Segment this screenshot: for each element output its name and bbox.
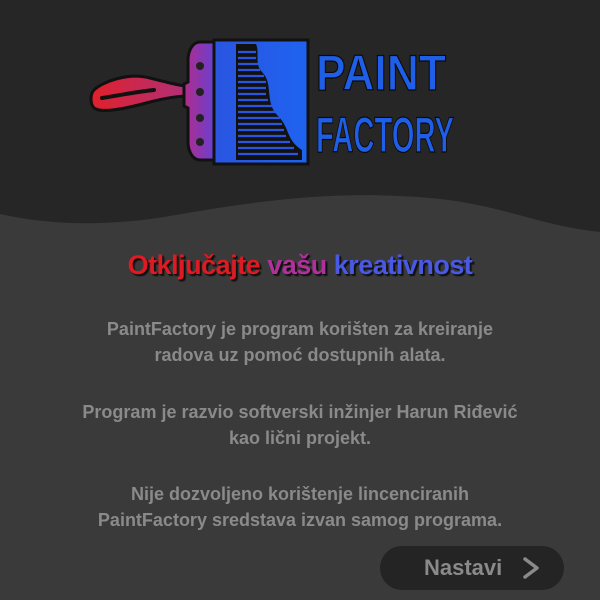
chevron-right-icon (523, 557, 539, 579)
continue-button[interactable]: Nastavi (380, 546, 564, 590)
headline-word-1: Otključajte (127, 250, 261, 280)
welcome-screen: PAINT FACTORY Otključajte vašu kreativno… (0, 0, 600, 600)
headline: Otključajte vašu kreativnost (0, 250, 600, 281)
headline-word-3: kreativnost (333, 250, 473, 280)
paragraph-line: Nije dozvoljeno korištenje lincenciranih (130, 484, 470, 504)
description-paragraph-1: PaintFactory je program korišten za krei… (0, 316, 600, 368)
description-paragraph-3: Nije dozvoljeno korištenje lincenciranih… (0, 481, 600, 533)
continue-button-label: Nastavi (424, 555, 503, 580)
description-paragraph-2: Program je razvio softverski inžinjer Ha… (0, 399, 600, 451)
paragraph-line: PaintFactory je program korišten za krei… (106, 319, 494, 339)
paragraph-line: kao lični projekt. (228, 428, 372, 448)
paragraph-line: Program je razvio softverski inžinjer Ha… (82, 402, 518, 422)
paragraph-line: radova uz pomoć dostupnih alata. (154, 345, 446, 365)
paintbrush-icon (89, 38, 310, 166)
brand-line1: PAINT (316, 45, 446, 101)
brand-line2: FACTORY (316, 107, 454, 163)
paragraph-line: PaintFactory sredstava izvan samog progr… (97, 510, 503, 530)
headline-word-2: vašu (267, 250, 327, 280)
paint-factory-logo: PAINT FACTORY (89, 38, 455, 166)
